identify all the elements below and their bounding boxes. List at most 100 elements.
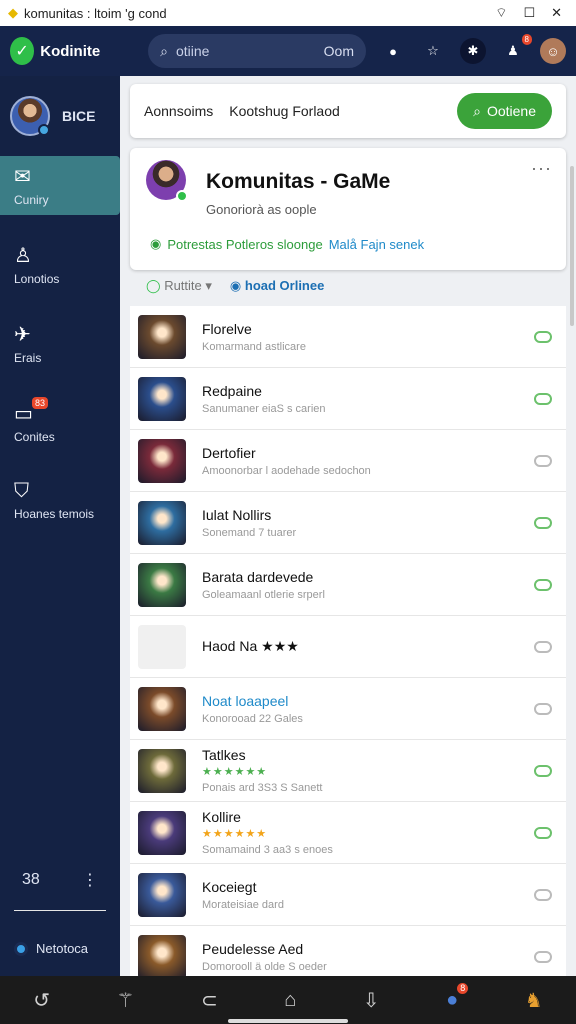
list-item[interactable]: Redpaine Sanumaner eiaS s carien — [130, 368, 566, 430]
search-bar[interactable]: ⌕ otiine Oom — [148, 34, 366, 68]
list-item[interactable]: Tatlkes ★★★★★★ Ponais ard 3S3 S Sanett — [130, 740, 566, 802]
list-item[interactable]: Haod Na ★★★ — [130, 616, 566, 678]
toggle-switch[interactable] — [534, 330, 552, 343]
location-icon[interactable]: ● — [380, 38, 406, 64]
toggle-switch[interactable] — [534, 702, 552, 715]
list-item-title: Redpaine — [202, 382, 262, 399]
app-logo-text: Kodinite — [40, 42, 101, 60]
download-icon[interactable]: ⇩ — [363, 988, 380, 1013]
community-avatar[interactable] — [146, 160, 188, 202]
list-item-title: Haod Na ★★★ — [202, 638, 299, 654]
scrollbar[interactable] — [570, 166, 574, 326]
sidebar-item-events[interactable]: ✈ Erais — [0, 314, 120, 373]
sidebar-item-label: Hoanes temois — [14, 507, 95, 521]
list-item[interactable]: Peudelesse Aed Domorooll ä olde S oeder — [130, 926, 566, 976]
toggle-switch[interactable] — [534, 640, 552, 653]
online-button-label: Ootiene — [486, 103, 536, 119]
toggle-switch[interactable] — [534, 888, 552, 901]
explore-icon[interactable]: ⚚ — [117, 988, 135, 1013]
game-thumbnail — [138, 500, 186, 545]
list-item-title: Noat loaapeel — [202, 692, 289, 709]
gamepad-icon[interactable]: ✱ — [460, 38, 486, 64]
sidebar-item-content[interactable]: ▭ 83 Conites — [0, 393, 120, 452]
game-thumbnail — [138, 934, 186, 976]
back-icon[interactable]: ↺ — [33, 988, 50, 1013]
header-card: Aonnsoims Kootshug Forlaod ⌕ Ootiene — [130, 84, 566, 138]
list-item[interactable]: Koceiegt Morateisiae dard — [130, 864, 566, 926]
star-outline-icon[interactable]: ☆ — [420, 38, 446, 64]
list-item-text: Redpaine Sanumaner eiaS s carien — [202, 383, 534, 415]
list-item-title: Barata dardevede — [202, 568, 314, 585]
sidebar-user[interactable]: BICE — [0, 76, 120, 156]
sidebar-item-friends[interactable]: ♙ Lonotios — [0, 235, 120, 294]
tab-announcements[interactable]: Aonnsoims — [144, 103, 213, 119]
character-icon[interactable]: ♞ — [525, 988, 543, 1013]
profile-avatar[interactable]: ☺ — [540, 38, 566, 64]
list-item-text: Barata dardevede Goleamaanl otlerie srper… — [202, 569, 534, 601]
toggle-switch[interactable] — [534, 516, 552, 529]
list-item-title: Kollire — [202, 809, 241, 825]
list-item-subtitle: Amoonorbar l aodehade sedochon — [202, 464, 371, 477]
toggle-switch[interactable] — [534, 826, 552, 839]
community-card: Komunitas - GaMe Gonoriorà as oople ··· … — [130, 148, 566, 270]
rating-stars: ★★★★★★ — [202, 766, 268, 778]
chat-bubble-icon[interactable]: ● 8 — [446, 982, 469, 1012]
chat-badge: 8 — [457, 982, 469, 994]
filter-online-label: hoad Orlinee — [244, 278, 325, 293]
logo-icon: ✓ — [10, 37, 35, 65]
network-label: Netotoca — [36, 941, 89, 956]
more-options-icon[interactable]: ··· — [531, 158, 552, 179]
filter-route[interactable]: ◯ Ruttite ▾ — [146, 278, 212, 294]
list-item-text: Kollire ★★★★★★ Somamaind 3 aa3 s enoes — [202, 809, 534, 856]
chat-icon: ✉ — [14, 166, 31, 188]
notification-badge: 8 — [521, 34, 532, 45]
list-item-subtitle: Domorooll ä olde S oeder — [202, 960, 327, 973]
tab-forum[interactable]: Kootshug Forlaod — [229, 103, 457, 119]
list-item[interactable]: Dertofier Amoonorbar l aodehade sedochon — [130, 430, 566, 492]
wifi-icon: ⌔ — [495, 5, 508, 20]
status-bar: ◆ komunitas : ltoim 'g cond ⌔ ☐ ✕ — [0, 0, 576, 26]
game-list: Florelve Komarmand astlicare Redpaine Sanum… — [130, 306, 566, 976]
toggle-switch[interactable] — [534, 578, 552, 591]
list-item-subtitle: Konorooad 22 Gales — [202, 712, 303, 725]
list-item-title: Koceiegt — [202, 878, 257, 895]
status-text: Potrestas Potleros sloonge — [167, 236, 323, 252]
list-item[interactable]: Noat loaapeel Konorooad 22 Gales — [130, 678, 566, 740]
network-status[interactable]: Netotoca — [14, 941, 106, 956]
toggle-switch[interactable] — [534, 764, 552, 777]
game-thumbnail — [138, 686, 186, 731]
search-input[interactable]: otiine — [176, 43, 324, 59]
list-item[interactable]: Barata dardevede Goleamaanl otlerie srper… — [130, 554, 566, 616]
online-button[interactable]: ⌕ Ootiene — [457, 93, 552, 129]
list-item[interactable]: Florelve Komarmand astlicare — [130, 306, 566, 368]
sidebar-item-label: Conites — [14, 430, 55, 444]
network-dot-icon — [14, 941, 28, 956]
list-item[interactable]: Iulat Nollirs Sonemand 7 tuarer — [130, 492, 566, 554]
game-thumbnail — [138, 376, 186, 421]
list-item-text: Haod Na ★★★ — [202, 638, 534, 655]
more-vertical-icon[interactable]: ⋮ — [82, 870, 98, 890]
sidebar-item-label: Erais — [14, 351, 42, 365]
game-thumbnail — [138, 438, 186, 483]
home-icon[interactable]: ⊂ — [201, 988, 218, 1013]
toggle-switch[interactable] — [534, 392, 552, 405]
list-item-subtitle: Sanumaner eiaS s carien — [202, 402, 326, 415]
sidebar-item-community[interactable]: ✉ Cuniry — [0, 156, 120, 215]
list-item-subtitle: Sonemand 7 tuarer — [202, 526, 297, 539]
sidebar-item-security[interactable]: ⛉ Hoanes temois — [0, 472, 120, 529]
bottom-nav: ↺ ⚚ ⊂ ⌂ ⇩ ● 8 ♞ — [0, 976, 576, 1024]
sidebar-item-label: Lonotios — [14, 272, 60, 286]
list-item[interactable]: Kollire ★★★★★★ Somamaind 3 aa3 s enoes — [130, 802, 566, 864]
list-item-subtitle: Komarmand astlicare — [202, 340, 306, 353]
notification-icon[interactable]: ♟ 8 — [500, 34, 532, 64]
toggle-switch[interactable] — [534, 454, 552, 467]
app-icon: ◆ — [8, 5, 18, 20]
close-icon[interactable]: ✕ — [551, 5, 562, 21]
toggle-switch[interactable] — [534, 950, 552, 963]
filter-online[interactable]: ◉ hoad Orlinee — [230, 278, 324, 294]
status-link[interactable]: Malå Fajn senek — [329, 237, 424, 252]
game-thumbnail — [138, 562, 186, 607]
user-avatar[interactable] — [10, 96, 50, 136]
bookmark-icon[interactable]: ⌂ — [284, 989, 296, 1012]
maximize-icon[interactable]: ☐ — [523, 5, 535, 21]
